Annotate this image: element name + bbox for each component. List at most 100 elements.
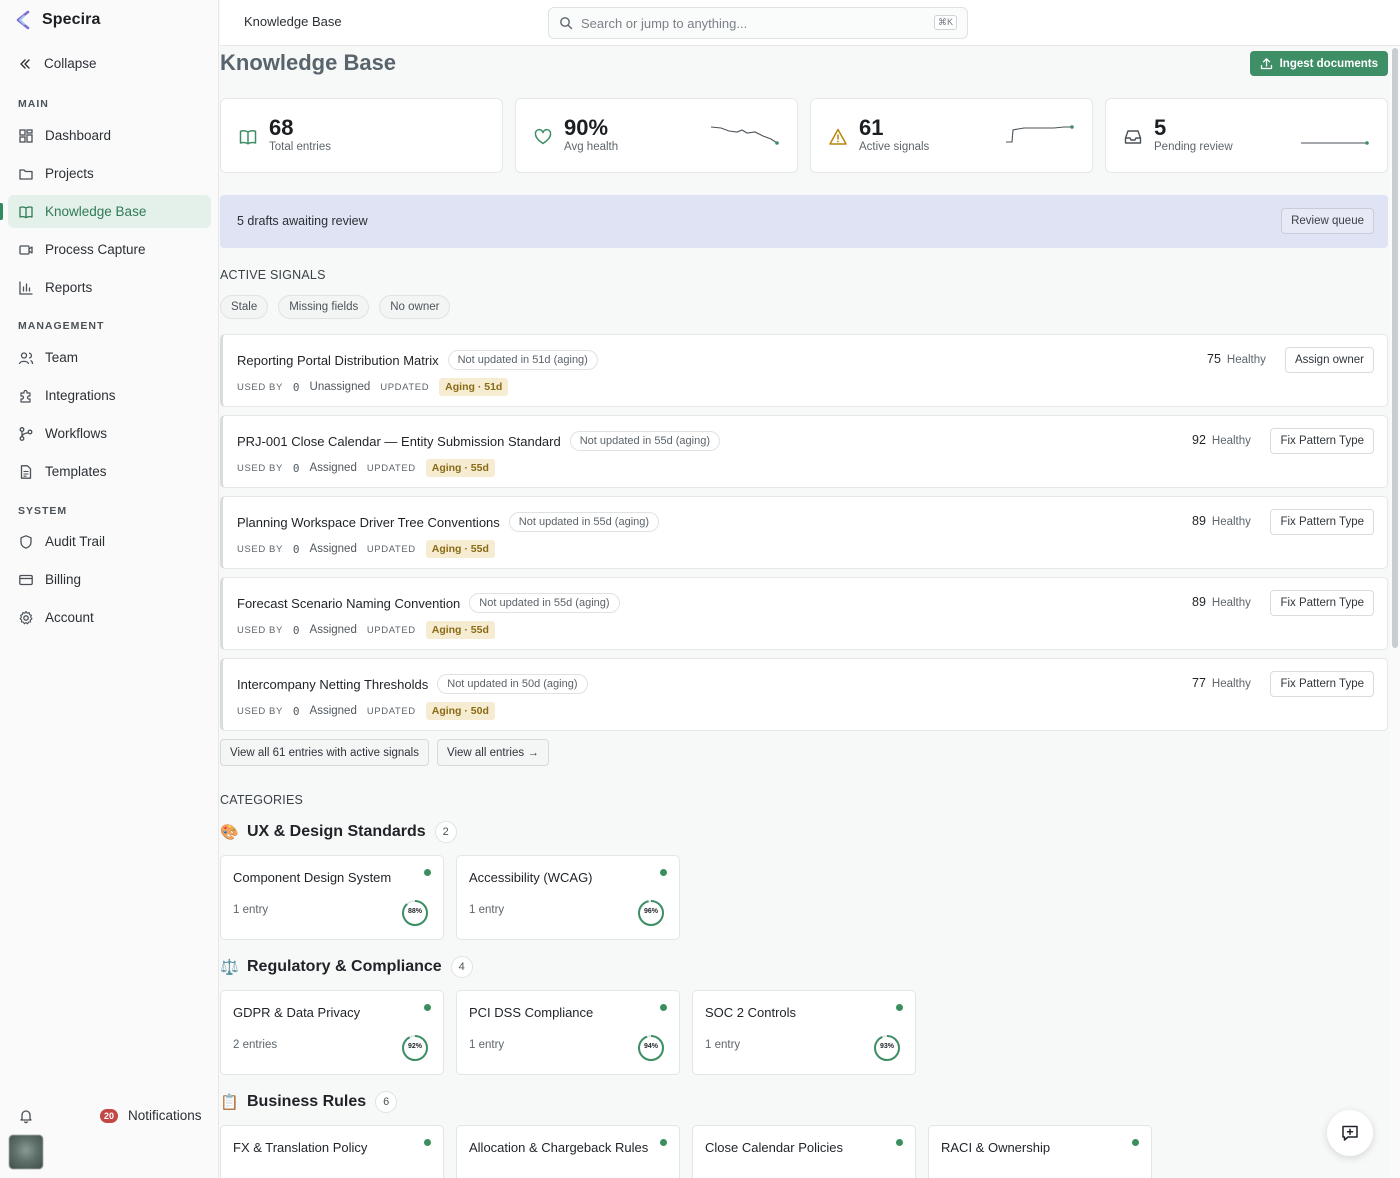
avatar[interactable]	[9, 1135, 43, 1169]
signal-row[interactable]: Intercompany Netting Thresholds Not updat…	[220, 658, 1388, 731]
signal-status-pill: Not updated in 55d (aging)	[569, 431, 720, 451]
sidebar-item-projects[interactable]: Projects	[8, 157, 211, 190]
health-ring: 88%	[401, 899, 429, 927]
sidebar: Specira Collapse MAIN Dashboard Projects…	[0, 0, 219, 1178]
sidebar-item-team[interactable]: Team	[8, 341, 211, 374]
aging-badge: Aging · 55d	[425, 540, 495, 558]
signal-status-pill: Not updated in 55d (aging)	[508, 512, 660, 532]
signal-row[interactable]: Forecast Scenario Naming Convention Not u…	[220, 577, 1388, 650]
scrollbar-thumb[interactable]	[1392, 48, 1398, 648]
health-score: 77	[1192, 676, 1206, 690]
used-by-label: USED BY	[237, 543, 283, 555]
category-card[interactable]: Allocation & Chargeback Rules	[456, 1125, 680, 1178]
category-card[interactable]: GDPR & Data Privacy 2 entries 92%	[220, 990, 444, 1075]
category-card[interactable]: RACI & Ownership	[928, 1125, 1152, 1178]
topbar: Knowledge Base Search or jump to anythin…	[220, 0, 1400, 46]
category-card[interactable]: Accessibility (WCAG) 1 entry 96%	[456, 855, 680, 940]
sidebar-item-process-capture[interactable]: Process Capture	[8, 233, 211, 266]
entry-count: 1 entry	[469, 1039, 505, 1051]
fix-pattern-type-button[interactable]: Fix Pattern Type	[1270, 671, 1374, 697]
card-title: SOC 2 Controls	[705, 1005, 797, 1020]
sidebar-item-label: Integrations	[45, 388, 116, 403]
entry-count: 1 entry	[705, 1039, 741, 1051]
stat-label: Total entries	[269, 141, 332, 153]
fix-pattern-type-button[interactable]: Fix Pattern Type	[1270, 509, 1374, 535]
signal-title[interactable]: Reporting Portal Distribution Matrix	[237, 353, 439, 368]
health-label: Healthy	[1211, 678, 1251, 690]
collapse-label: Collapse	[44, 56, 97, 71]
category-heading[interactable]: ⚖️ Regulatory & Compliance 4	[220, 956, 473, 978]
assign-owner-button[interactable]: Assign owner	[1284, 347, 1374, 373]
sidebar-item-account[interactable]: Account	[8, 601, 211, 634]
filter-chip-missing-fields[interactable]: Missing fields	[278, 295, 370, 319]
signal-row[interactable]: PRJ-001 Close Calendar — Entity Submissi…	[220, 415, 1388, 488]
signal-row[interactable]: Reporting Portal Distribution Matrix Not …	[220, 334, 1388, 407]
signal-title[interactable]: Planning Workspace Driver Tree Conventio…	[237, 515, 500, 530]
category-card[interactable]: PCI DSS Compliance 1 entry 94%	[456, 990, 680, 1075]
sidebar-item-label: Audit Trail	[45, 534, 106, 549]
health-percent: 94%	[643, 1043, 658, 1050]
search-icon	[560, 17, 573, 30]
scrollbar[interactable]	[1390, 46, 1400, 1178]
fix-pattern-type-button[interactable]: Fix Pattern Type	[1270, 590, 1374, 616]
signal-status-pill: Not updated in 55d (aging)	[469, 593, 620, 613]
review-queue-button[interactable]: Review queue	[1281, 208, 1374, 234]
owner-status: Assigned	[309, 705, 357, 717]
stat-value: 61	[859, 115, 884, 140]
bell-icon[interactable]	[18, 1108, 34, 1124]
sidebar-item-workflows[interactable]: Workflows	[8, 417, 211, 450]
notifications-button[interactable]: 20 Notifications	[100, 1108, 202, 1123]
document-icon	[20, 464, 32, 479]
updated-label: UPDATED	[366, 462, 416, 474]
brand[interactable]: Specira	[14, 10, 101, 30]
status-dot	[896, 1139, 903, 1146]
filter-chip-stale[interactable]: Stale	[220, 295, 269, 319]
signal-title[interactable]: Intercompany Netting Thresholds	[237, 677, 428, 692]
health-percent: 92%	[407, 1043, 422, 1050]
sidebar-item-dashboard[interactable]: Dashboard	[8, 119, 211, 152]
category-heading[interactable]: 📋 Business Rules 6	[220, 1091, 398, 1113]
sidebar-item-reports[interactable]: Reports	[8, 271, 211, 304]
sidebar-item-label: Process Capture	[45, 242, 146, 257]
sidebar-item-knowledge-base[interactable]: Knowledge Base	[0, 195, 211, 228]
entry-count: 1 entry	[469, 904, 505, 916]
health-label: Healthy	[1211, 435, 1251, 447]
sparkline	[1301, 141, 1369, 145]
sidebar-item-integrations[interactable]: Integrations	[8, 379, 211, 412]
owner-status: Assigned	[309, 543, 357, 555]
ingest-documents-button[interactable]: Ingest documents	[1249, 51, 1388, 76]
category-card[interactable]: SOC 2 Controls 1 entry 93%	[692, 990, 916, 1075]
credit-card-icon	[19, 574, 33, 585]
filter-chip-no-owner[interactable]: No owner	[379, 295, 451, 319]
sidebar-item-audit-trail[interactable]: Audit Trail	[8, 525, 211, 558]
sidebar-item-billing[interactable]: Billing	[8, 563, 211, 596]
used-by-count: 0	[292, 461, 300, 475]
health-label: Healthy	[1211, 516, 1251, 528]
sidebar-item-templates[interactable]: Templates	[8, 455, 211, 488]
aging-badge: Aging · 50d	[425, 702, 495, 720]
view-signal-entries-button[interactable]: View all 61 entries with active signals	[220, 739, 429, 766]
used-by-count: 0	[292, 380, 300, 394]
sidebar-item-label: Dashboard	[45, 128, 112, 143]
owner-status: Assigned	[309, 624, 357, 636]
collapse-button[interactable]: Collapse	[18, 56, 97, 71]
category-count: 4	[450, 956, 473, 978]
signal-title[interactable]: Forecast Scenario Naming Convention	[237, 596, 460, 611]
chat-button[interactable]	[1327, 1110, 1373, 1156]
signal-row[interactable]: Planning Workspace Driver Tree Conventio…	[220, 496, 1388, 569]
signal-title[interactable]: PRJ-001 Close Calendar — Entity Submissi…	[237, 434, 561, 449]
main-content: Knowledge Base Ingest documents 68 Total…	[220, 46, 1390, 1178]
section-heading-active-signals: ACTIVE SIGNALS	[220, 268, 326, 282]
fix-pattern-type-button[interactable]: Fix Pattern Type	[1270, 428, 1374, 454]
updated-label: UPDATED	[380, 381, 430, 393]
search-input[interactable]: Search or jump to anything... ⌘K	[548, 7, 968, 39]
view-all-entries-button[interactable]: View all entries →	[437, 739, 549, 766]
category-card[interactable]: FX & Translation Policy	[220, 1125, 444, 1178]
category-heading[interactable]: 🎨 UX & Design Standards 2	[220, 821, 457, 843]
stat-label: Pending review	[1154, 141, 1233, 153]
category-name: UX & Design Standards	[247, 823, 426, 840]
category-card[interactable]: Component Design System 1 entry 88%	[220, 855, 444, 940]
card-title: Close Calendar Policies	[705, 1140, 844, 1155]
stat-card-total-entries: 68 Total entries	[220, 98, 503, 173]
category-card[interactable]: Close Calendar Policies	[692, 1125, 916, 1178]
